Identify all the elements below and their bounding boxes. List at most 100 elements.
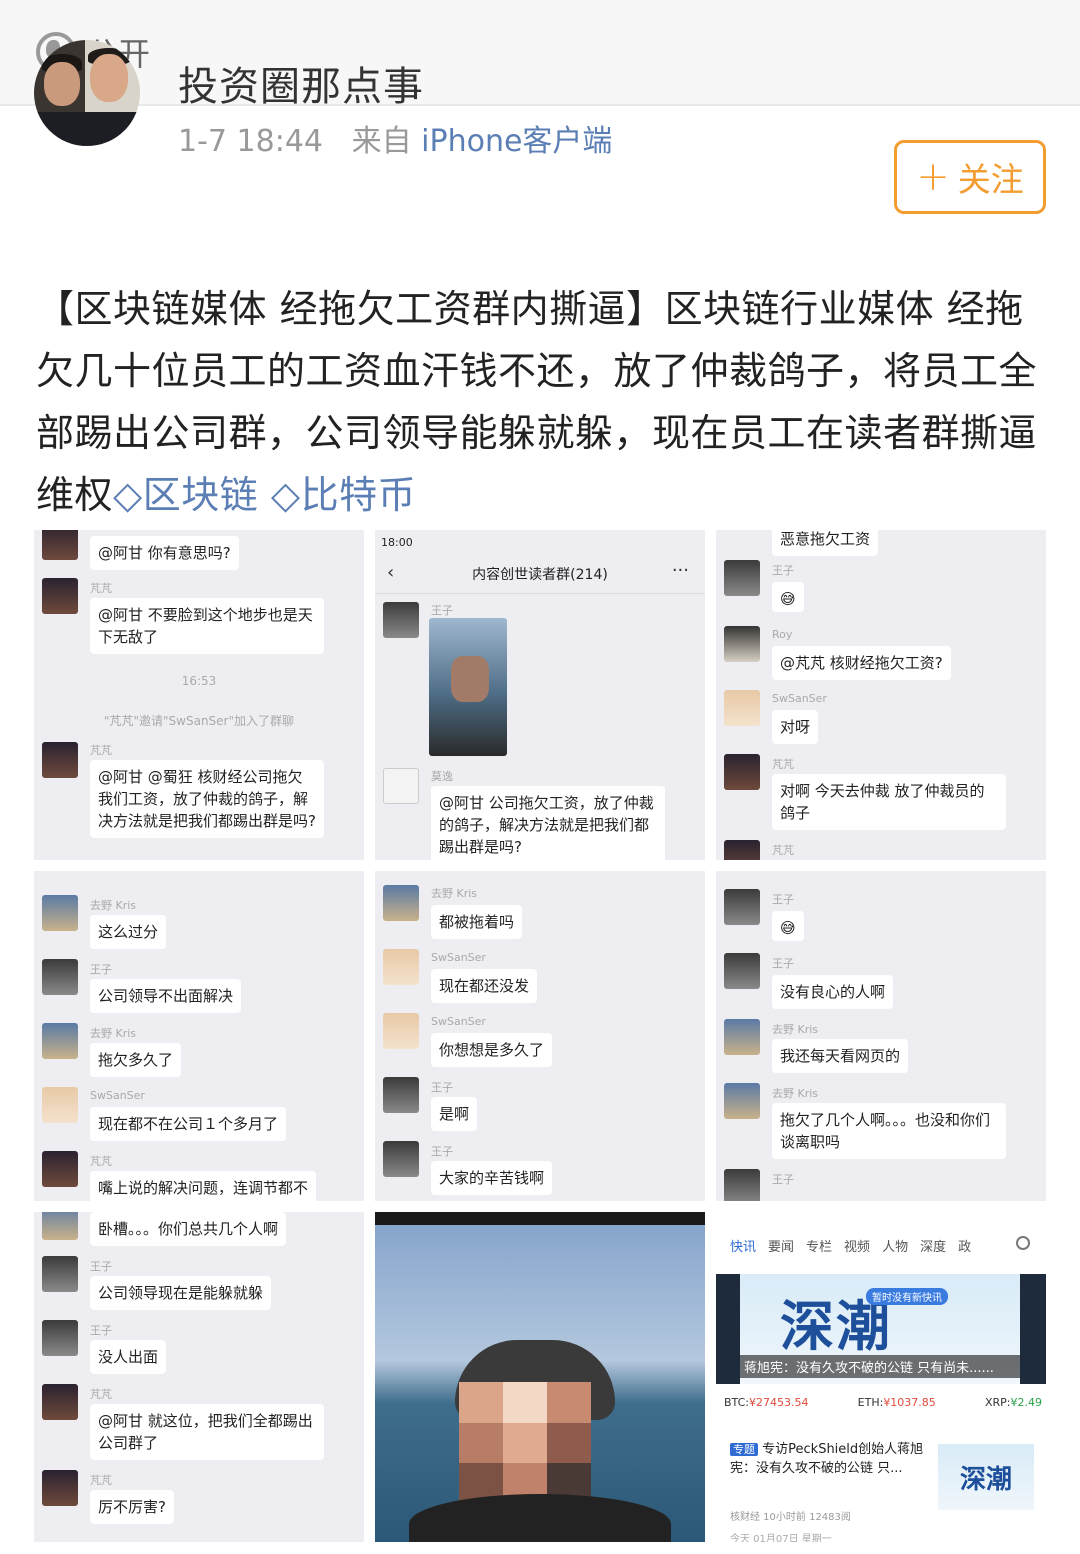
avatar [383,949,419,985]
chat-nick: 莫逸 [431,770,453,783]
article-tag: 专题 [730,1443,758,1456]
chat-bubble: @芃芃 核财经拖欠工资? [772,646,951,680]
chat-bubble: 对呀 [772,710,819,744]
avatar [383,768,419,804]
news-article[interactable]: 专题 专访PeckShield创始人蒋旭宪：没有久攻不破的公链 只... [730,1440,930,1478]
chat-bubble: 厉不厉害? [90,1490,174,1524]
follow-label: 关注 [957,160,1024,199]
chat-bubble: 卧槽。。。你们总共几个人啊 [90,1212,287,1246]
chat-nick: 芃芃 [772,758,794,771]
chat-nick: 去野 Kris [431,887,478,900]
avatar [383,1077,419,1113]
chat-bubble: 拖欠多久了 [90,1043,182,1077]
avatar [383,885,419,921]
chat-nick: SwSanSer [90,1089,145,1102]
image-4[interactable]: 去野 Kris 这么过分 王子 公司领导不出面解决 去野 Kris 拖欠多久了 … [34,871,364,1201]
chat-nick: 王子 [431,1145,453,1158]
avatar [42,1087,78,1123]
post-time: 1-7 18:44 [178,124,323,159]
chat-nick: 王子 [90,1324,112,1337]
chat-bubble: 没人出面 [90,1340,167,1374]
chat-bubble: 你想想是多久了 [431,1033,553,1067]
avatar [724,1169,760,1201]
chat-nick: SwSanSer [431,1015,486,1028]
follow-button[interactable]: + 关注 [894,140,1046,214]
chat-nick: 芃芃 [90,582,112,595]
avatar [42,1023,78,1059]
chat-bubble: @阿甘 就这位，把我们全都踢出公司群了 [90,1404,324,1460]
topic-blockchain[interactable]: ◇区块链 [113,473,258,517]
chat-message [42,530,78,560]
chat-nick: SwSanSer [772,692,827,705]
chat-bubble: @阿甘 @蜀狂 核财经公司拖欠我们工资，放了仲裁的鸽子，解决方法就是把我们都踢出… [90,760,324,838]
post-meta: 1-7 18:44 来自 iPhone客户端 [178,116,612,160]
avatar [42,1384,78,1420]
chat-bubble: 公司领导不出面解决 [90,979,242,1013]
xrp-price: ¥2.49 [1010,1396,1042,1409]
chat-nick: 王子 [772,564,794,577]
chat-time: 16:53 [181,674,217,688]
banner-headline: 蒋旭宪：没有久攻不破的公链 只有尚未...... [740,1355,1020,1378]
avatar [42,1212,78,1240]
avatar [724,626,760,662]
tab-yaowen[interactable]: 要闻 [768,1236,794,1255]
chat-bubble: 这么过分 [90,915,167,949]
chat-nick: 去野 Kris [772,1087,819,1100]
search-icon[interactable] [1016,1236,1030,1250]
avatar [42,1256,78,1292]
image-5[interactable]: 去野 Kris 都被拖着吗 SwSanSer 现在都还没发 SwSanSer 你… [375,871,705,1201]
more-icon: ··· [671,560,689,581]
tab-shendu[interactable]: 深度 [920,1236,946,1255]
visibility-bar: 公开 [0,0,1080,106]
chat-nick: Roy [772,628,793,641]
chat-bubble: 对啊 今天去仲裁 放了仲裁员的鸽子 [772,774,1006,830]
chat-bubble: @阿甘 你有意思吗? [90,536,239,570]
chat-nick: 去野 Kris [90,1027,137,1040]
chat-nick: 王子 [90,963,112,976]
chat-bubble: 没有良心的人啊 [772,975,894,1009]
chat-title: 内容创世读者群(214) [472,567,608,583]
chat-bubble: 公司领导现在是能躲就躲 [90,1276,272,1310]
avatar [42,895,78,931]
chat-bubble: @阿甘 公司拖欠工资，放了仲裁的鸽子，解决方法就是把我们都踢出群是吗? [431,786,665,860]
image-7[interactable]: 卧槽。。。你们总共几个人啊 王子 公司领导现在是能躲就躲 王子 没人出面 芃芃 … [34,1212,364,1542]
tab-renwu[interactable]: 人物 [882,1236,908,1255]
chat-header: 18:00 ‹ 内容创世读者群(214) ··· [375,530,705,594]
author-avatar[interactable] [34,40,140,146]
chat-system-message: "芃芃"邀请"SwSanSer"加入了群聊 [103,714,295,728]
video-thumbnail [429,618,507,756]
avatar [724,754,760,790]
chat-bubble: 是啊 [431,1097,478,1131]
image-6[interactable]: 王子 😅 王子 没有良心的人啊 去野 Kris 我还每天看网页的 去野 Kris… [716,871,1046,1201]
news-banner[interactable]: 深潮 暂时没有新快讯 蒋旭宪：没有久攻不破的公链 只有尚未...... [716,1274,1046,1384]
author-name[interactable]: 投资圈那点事 [178,54,424,112]
post-text: 【区块链媒体 经拖欠工资群内撕逼】区块链行业媒体 经拖欠几十位员工的工资血汗钱不… [36,278,1046,526]
avatar [42,1470,78,1506]
topic-bitcoin[interactable]: ◇比特币 [271,473,416,517]
price-ticker: BTC:¥27453.54 ETH:¥1037.85 XRP:¥2.49 [724,1396,1042,1409]
chat-nick: 芃芃 [772,844,794,857]
chat-nick: 去野 Kris [90,899,137,912]
chat-bubble: 拖欠了几个人啊。。。也没和你们谈离职吗 [772,1103,1006,1159]
avatar [42,742,78,778]
tab-zhuanlan[interactable]: 专栏 [806,1236,832,1255]
news-tabs: 快讯 要闻 专栏 视频 人物 深度 政 [730,1236,971,1255]
post-source[interactable]: iPhone客户端 [421,124,612,159]
chat-nick: 芃芃 [90,1474,112,1487]
tab-zheng[interactable]: 政 [958,1236,971,1255]
tab-shipin[interactable]: 视频 [844,1236,870,1255]
tab-kuaixun[interactable]: 快讯 [730,1236,756,1255]
chat-bubble: 现在都还没发 [431,969,538,1003]
image-1[interactable]: @阿甘 你有意思吗? 芃芃 @阿甘 不要脸到这个地步也是天下无敌了 16:53 … [34,530,364,860]
avatar [724,889,760,925]
avatar [383,602,419,638]
article-thumbnail: 深潮 [938,1444,1034,1510]
image-3[interactable]: 恶意拖欠工资 王子 😅 Roy @芃芃 核财经拖欠工资? SwSanSer 对呀… [716,530,1046,860]
image-9-news[interactable]: 快讯 要闻 专栏 视频 人物 深度 政 深潮 暂时没有新快讯 蒋旭宪：没有久攻不… [716,1212,1046,1542]
avatar [724,1019,760,1055]
status-time: 18:00 [381,536,413,549]
chat-nick: 王子 [90,1260,112,1273]
chat-nick: SwSanSer [431,951,486,964]
image-8-photo[interactable] [375,1212,705,1542]
image-2[interactable]: 18:00 ‹ 内容创世读者群(214) ··· 王子 莫逸 @阿甘 公司拖欠工… [375,530,705,860]
